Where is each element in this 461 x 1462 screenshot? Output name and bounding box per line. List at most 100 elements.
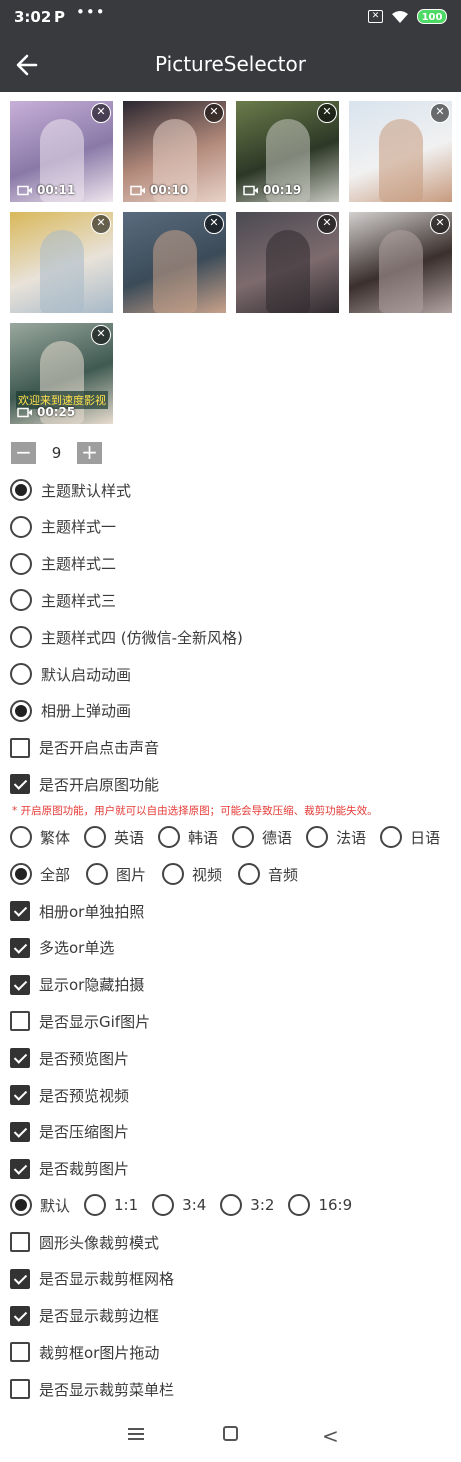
remove-icon[interactable]: ✕ bbox=[204, 214, 224, 234]
radio-selected-icon[interactable] bbox=[10, 1194, 32, 1216]
radio-unselected-icon[interactable] bbox=[158, 826, 181, 848]
radio-option[interactable]: 音频 bbox=[238, 863, 298, 885]
media-thumbnail[interactable]: 欢迎来到速度影视 ✕ 00:25 bbox=[10, 323, 113, 424]
checkbox-checked-icon[interactable] bbox=[10, 1048, 30, 1069]
radio-option[interactable]: 日语 bbox=[380, 826, 440, 848]
feature-option[interactable]: 是否裁剪图片 bbox=[10, 1154, 129, 1184]
sound-option[interactable]: 是否开启点击声音 bbox=[10, 733, 159, 763]
media-thumbnail[interactable]: ✕ bbox=[349, 212, 452, 313]
checkbox-checked-icon[interactable] bbox=[10, 1268, 30, 1289]
radio-selected-icon[interactable] bbox=[10, 699, 32, 722]
crop-option[interactable]: 是否显示裁剪菜单栏 bbox=[10, 1374, 174, 1404]
checkbox-checked-icon[interactable] bbox=[10, 774, 30, 795]
feature-option[interactable]: 相册or单独拍照 bbox=[10, 896, 144, 926]
checkbox-checked-icon[interactable] bbox=[10, 901, 30, 921]
checkbox-unchecked-icon[interactable] bbox=[10, 1232, 30, 1252]
feature-option[interactable]: 显示or隐藏拍摄 bbox=[10, 970, 144, 1000]
radio-unselected-icon[interactable] bbox=[10, 826, 32, 848]
checkbox-checked-icon[interactable] bbox=[10, 1121, 30, 1142]
checkbox-unchecked-icon[interactable] bbox=[10, 1379, 30, 1400]
remove-icon[interactable]: ✕ bbox=[91, 325, 111, 345]
increment-button[interactable]: + bbox=[77, 442, 102, 464]
theme-option[interactable]: 主题样式一 bbox=[10, 512, 116, 542]
feature-option[interactable]: 是否预览图片 bbox=[10, 1043, 129, 1073]
radio-unselected-icon[interactable] bbox=[84, 1194, 107, 1216]
original-option[interactable]: 是否开启原图功能 bbox=[10, 769, 159, 799]
radio-option[interactable]: 英语 bbox=[84, 826, 144, 848]
checkbox-unchecked-icon[interactable] bbox=[10, 1342, 30, 1363]
remove-icon[interactable]: ✕ bbox=[91, 103, 111, 123]
remove-icon[interactable]: ✕ bbox=[430, 103, 450, 123]
feature-option[interactable]: 多选or单选 bbox=[10, 933, 114, 963]
radio-option[interactable]: 韩语 bbox=[158, 826, 218, 848]
menu-icon[interactable] bbox=[128, 1428, 144, 1440]
duration-label: 00:19 bbox=[263, 183, 302, 197]
radio-unselected-icon[interactable] bbox=[10, 589, 32, 612]
radio-option[interactable]: 视频 bbox=[162, 863, 222, 885]
radio-unselected-icon[interactable] bbox=[288, 1194, 311, 1216]
radio-option[interactable]: 1:1 bbox=[84, 1194, 138, 1216]
decrement-button[interactable]: − bbox=[11, 442, 36, 464]
crop-option[interactable]: 裁剪框or图片拖动 bbox=[10, 1337, 159, 1367]
media-thumbnail[interactable]: ✕ bbox=[10, 212, 113, 313]
radio-unselected-icon[interactable] bbox=[232, 826, 255, 848]
crop-option[interactable]: 是否显示裁剪框网格 bbox=[10, 1264, 174, 1294]
animation-option[interactable]: 默认启动动画 bbox=[10, 659, 131, 689]
radio-option[interactable]: 全部 bbox=[10, 863, 70, 885]
remove-icon[interactable]: ✕ bbox=[204, 103, 224, 123]
media-thumbnail[interactable]: ✕ bbox=[236, 212, 339, 313]
thumbnail-figure bbox=[40, 230, 84, 313]
animation-option[interactable]: 相册上弹动画 bbox=[10, 696, 131, 726]
theme-option[interactable]: 主题样式三 bbox=[10, 585, 116, 615]
radio-unselected-icon[interactable] bbox=[238, 863, 261, 885]
radio-unselected-icon[interactable] bbox=[220, 1194, 243, 1216]
media-thumbnail[interactable]: ✕ 00:10 bbox=[123, 101, 226, 202]
checkbox-unchecked-icon[interactable] bbox=[10, 1011, 30, 1032]
back-icon[interactable]: < bbox=[322, 1424, 339, 1448]
media-thumbnail[interactable]: ✕ bbox=[349, 101, 452, 202]
radio-unselected-icon[interactable] bbox=[84, 826, 107, 848]
checkbox-checked-icon[interactable] bbox=[10, 1158, 30, 1179]
radio-option[interactable]: 繁体 bbox=[10, 826, 70, 848]
radio-unselected-icon[interactable] bbox=[10, 626, 32, 649]
feature-option[interactable]: 是否预览视频 bbox=[10, 1080, 129, 1110]
feature-option[interactable]: 是否压缩图片 bbox=[10, 1117, 129, 1147]
radio-option[interactable]: 16:9 bbox=[288, 1194, 352, 1216]
radio-option[interactable]: 3:4 bbox=[152, 1194, 206, 1216]
option-label: 是否裁剪图片 bbox=[39, 1160, 130, 1179]
remove-icon[interactable]: ✕ bbox=[91, 214, 111, 234]
checkbox-checked-icon[interactable] bbox=[10, 974, 30, 995]
radio-unselected-icon[interactable] bbox=[10, 552, 32, 575]
media-thumbnail[interactable]: ✕ 00:11 bbox=[10, 101, 113, 202]
crop-option[interactable]: 圆形头像裁剪模式 bbox=[10, 1227, 159, 1257]
radio-option[interactable]: 默认 bbox=[10, 1194, 70, 1216]
radio-unselected-icon[interactable] bbox=[86, 863, 109, 885]
radio-unselected-icon[interactable] bbox=[380, 826, 403, 848]
radio-unselected-icon[interactable] bbox=[306, 826, 329, 848]
theme-option[interactable]: 主题样式四 (仿微信-全新风格) bbox=[10, 622, 243, 652]
radio-option[interactable]: 德语 bbox=[232, 826, 292, 848]
remove-icon[interactable]: ✕ bbox=[317, 103, 337, 123]
feature-option[interactable]: 是否显示Gif图片 bbox=[10, 1006, 150, 1036]
checkbox-checked-icon[interactable] bbox=[10, 1085, 30, 1105]
media-thumbnail[interactable]: ✕ 00:19 bbox=[236, 101, 339, 202]
radio-unselected-icon[interactable] bbox=[10, 515, 32, 538]
radio-option[interactable]: 图片 bbox=[86, 863, 146, 885]
home-icon[interactable] bbox=[223, 1426, 238, 1441]
checkbox-checked-icon[interactable] bbox=[10, 1305, 30, 1326]
radio-option[interactable]: 3:2 bbox=[220, 1194, 274, 1216]
radio-unselected-icon[interactable] bbox=[152, 1194, 175, 1216]
radio-option[interactable]: 法语 bbox=[306, 826, 366, 848]
crop-option[interactable]: 是否显示裁剪边框 bbox=[10, 1301, 159, 1331]
remove-icon[interactable]: ✕ bbox=[317, 214, 337, 234]
radio-selected-icon[interactable] bbox=[10, 863, 32, 885]
theme-option[interactable]: 主题默认样式 bbox=[10, 475, 131, 505]
media-thumbnail[interactable]: ✕ bbox=[123, 212, 226, 313]
theme-option[interactable]: 主题样式二 bbox=[10, 549, 116, 579]
checkbox-unchecked-icon[interactable] bbox=[10, 737, 30, 758]
checkbox-checked-icon[interactable] bbox=[10, 937, 30, 958]
radio-unselected-icon[interactable] bbox=[162, 863, 185, 885]
radio-selected-icon[interactable] bbox=[10, 479, 32, 501]
radio-unselected-icon[interactable] bbox=[10, 663, 32, 685]
remove-icon[interactable]: ✕ bbox=[430, 214, 450, 234]
